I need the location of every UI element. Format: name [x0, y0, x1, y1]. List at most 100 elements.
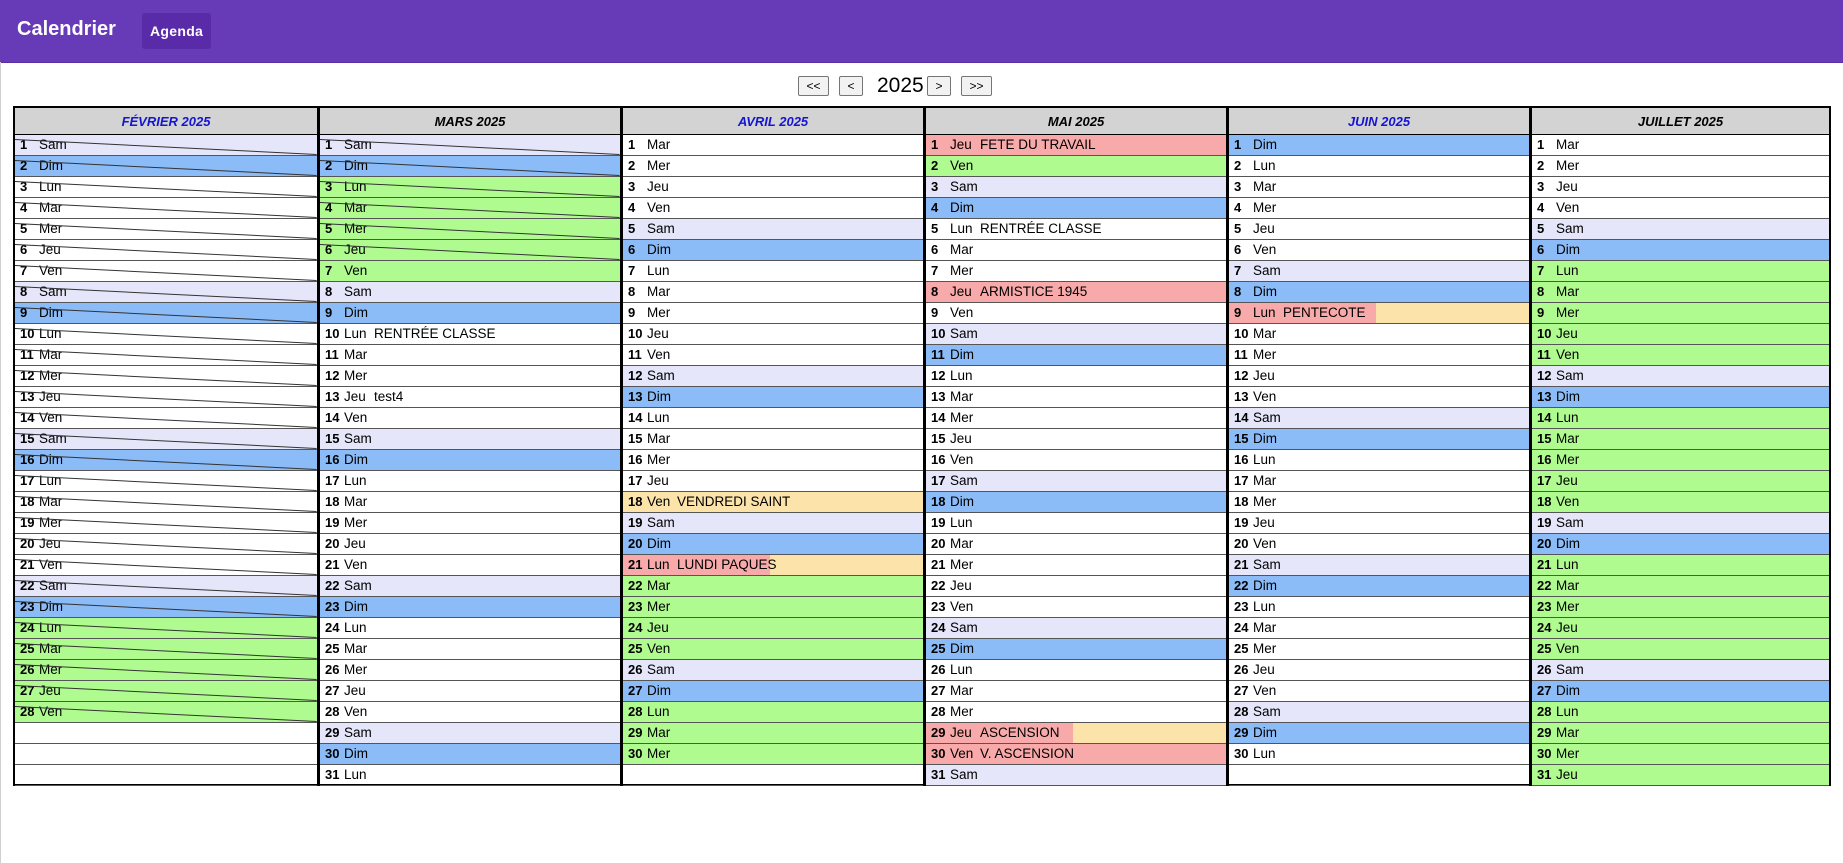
day-row[interactable]: 5 Mer [15, 219, 317, 240]
day-row[interactable]: 10 Lun RENTRÉE CLASSE [320, 324, 620, 345]
day-row[interactable]: 4 Dim [926, 198, 1226, 219]
day-row[interactable]: 2 Mer [623, 156, 923, 177]
day-row[interactable]: 28 Sam [1229, 702, 1529, 723]
day-row[interactable]: 26 Sam [623, 660, 923, 681]
day-row[interactable]: 25 Mar [320, 639, 620, 660]
day-row[interactable]: 18 Mar [15, 492, 317, 513]
day-row[interactable]: 10 Lun [15, 324, 317, 345]
day-row[interactable]: 19 Lun [926, 513, 1226, 534]
day-row[interactable]: 25 Mer [1229, 639, 1529, 660]
day-row[interactable]: 10 Mar [1229, 324, 1529, 345]
day-row[interactable]: 1 Mar [623, 135, 923, 156]
day-row[interactable]: 9 Ven [926, 303, 1226, 324]
day-row[interactable]: 20 Jeu [320, 534, 620, 555]
day-row[interactable]: 23 Dim [320, 597, 620, 618]
day-row[interactable]: 12 Jeu [1229, 366, 1529, 387]
day-row[interactable]: 16 Lun [1229, 450, 1529, 471]
day-row[interactable]: 12 Mer [320, 366, 620, 387]
day-row[interactable]: 30 Lun [1229, 744, 1529, 765]
day-row[interactable]: 28 Ven [320, 702, 620, 723]
day-row[interactable]: 30 Mer [1532, 744, 1829, 765]
day-row[interactable]: 6 Mar [926, 240, 1226, 261]
day-row[interactable]: 4 Ven [623, 198, 923, 219]
day-row[interactable]: 28 Mer [926, 702, 1226, 723]
day-row[interactable]: 16 Mer [623, 450, 923, 471]
day-row[interactable]: 8 Sam [15, 282, 317, 303]
day-row[interactable]: 10 Jeu [623, 324, 923, 345]
day-row[interactable]: 24 Mar [1229, 618, 1529, 639]
day-row[interactable]: 22 Mar [1532, 576, 1829, 597]
day-row[interactable]: 7 Lun [623, 261, 923, 282]
day-row[interactable]: 13 Jeu [15, 387, 317, 408]
day-row[interactable]: 17 Jeu [623, 471, 923, 492]
day-row[interactable]: 6 Jeu [15, 240, 317, 261]
day-row[interactable]: 18 Mer [1229, 492, 1529, 513]
day-row[interactable]: 30 Dim [320, 744, 620, 765]
day-row[interactable]: 16 Mer [1532, 450, 1829, 471]
day-row[interactable]: 13 Jeu test4 [320, 387, 620, 408]
day-row[interactable]: 13 Mar [926, 387, 1226, 408]
day-row[interactable]: 3 Jeu [623, 177, 923, 198]
day-row[interactable]: 13 Dim [623, 387, 923, 408]
day-row[interactable]: 22 Dim [1229, 576, 1529, 597]
day-row[interactable]: 24 Lun [15, 618, 317, 639]
day-row[interactable]: 2 Ven [926, 156, 1226, 177]
day-row[interactable]: 23 Ven [926, 597, 1226, 618]
day-row[interactable]: 5 Lun RENTRÉE CLASSE [926, 219, 1226, 240]
day-row[interactable]: 15 Sam [15, 429, 317, 450]
day-row[interactable]: 16 Dim [15, 450, 317, 471]
day-row[interactable]: 27 Jeu [320, 681, 620, 702]
day-row[interactable]: 25 Mar [15, 639, 317, 660]
day-row[interactable]: 10 Sam [926, 324, 1226, 345]
day-row[interactable]: 17 Lun [15, 471, 317, 492]
day-row[interactable]: 11 Mar [15, 345, 317, 366]
day-row[interactable]: 20 Jeu [15, 534, 317, 555]
day-row[interactable]: 14 Sam [1229, 408, 1529, 429]
day-row[interactable]: 9 Dim [320, 303, 620, 324]
day-row[interactable]: 27 Dim [623, 681, 923, 702]
day-row[interactable]: 8 Dim [1229, 282, 1529, 303]
day-row[interactable]: 23 Lun [1229, 597, 1529, 618]
day-row[interactable]: 12 Sam [1532, 366, 1829, 387]
day-row[interactable]: 28 Lun [623, 702, 923, 723]
day-row[interactable]: 30 Ven V. ASCENSION [926, 744, 1226, 765]
day-row[interactable]: 1 Sam [15, 135, 317, 156]
day-row[interactable]: 14 Ven [15, 408, 317, 429]
day-row[interactable]: 3 Lun [15, 177, 317, 198]
day-row[interactable]: 24 Jeu [623, 618, 923, 639]
day-row[interactable]: 14 Lun [623, 408, 923, 429]
next-year-button[interactable]: > [927, 76, 951, 96]
day-row[interactable]: 11 Dim [926, 345, 1226, 366]
day-row[interactable]: 28 Lun [1532, 702, 1829, 723]
last-year-button[interactable]: >> [961, 76, 992, 96]
day-row[interactable]: 12 Sam [623, 366, 923, 387]
day-row[interactable]: 31 Jeu [1532, 765, 1829, 786]
day-row[interactable]: 29 Mar [1532, 723, 1829, 744]
day-row[interactable]: 1 Dim [1229, 135, 1529, 156]
day-row[interactable]: 11 Mer [1229, 345, 1529, 366]
day-row[interactable]: 12 Mer [15, 366, 317, 387]
day-row[interactable]: 4 Mer [1229, 198, 1529, 219]
day-row[interactable]: 15 Mar [1532, 429, 1829, 450]
day-row[interactable]: 13 Dim [1532, 387, 1829, 408]
day-row[interactable]: 7 Sam [1229, 261, 1529, 282]
day-row[interactable]: 27 Jeu [15, 681, 317, 702]
day-row[interactable]: 16 Dim [320, 450, 620, 471]
day-row[interactable]: 2 Mer [1532, 156, 1829, 177]
day-row[interactable]: 25 Dim [926, 639, 1226, 660]
day-row[interactable]: 22 Sam [15, 576, 317, 597]
day-row[interactable]: 27 Ven [1229, 681, 1529, 702]
day-row[interactable]: 6 Ven [1229, 240, 1529, 261]
day-row[interactable]: 18 Dim [926, 492, 1226, 513]
day-row[interactable]: 17 Sam [926, 471, 1226, 492]
day-row[interactable]: 19 Jeu [1229, 513, 1529, 534]
day-row[interactable]: 15 Jeu [926, 429, 1226, 450]
day-row[interactable]: 1 Mar [1532, 135, 1829, 156]
day-row[interactable]: 17 Lun [320, 471, 620, 492]
day-row[interactable]: 14 Mer [926, 408, 1226, 429]
previous-year-button[interactable]: < [839, 76, 863, 96]
day-row[interactable]: 8 Mar [623, 282, 923, 303]
day-row[interactable]: 20 Ven [1229, 534, 1529, 555]
day-row[interactable]: 14 Lun [1532, 408, 1829, 429]
day-row[interactable]: 20 Mar [926, 534, 1226, 555]
